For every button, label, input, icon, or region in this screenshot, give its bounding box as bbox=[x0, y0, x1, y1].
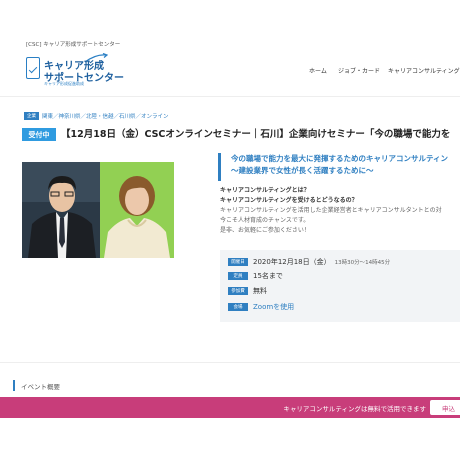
capacity-value: 15名まで bbox=[253, 272, 283, 280]
nav-item-career-consulting[interactable]: キャリアコンサルティング bbox=[388, 66, 460, 75]
date-value: 2020年12月18日（金） bbox=[253, 258, 331, 266]
logo-subtext: キャリア形成促進助成 bbox=[44, 81, 84, 86]
subtitle-line1: 今の職場で能力を最大に発揮するためのキャリアコンサルティン bbox=[231, 154, 449, 163]
date-time: 13時30分～14時45分 bbox=[334, 260, 391, 266]
subtitle-line2: ～建設業界で女性が長く活躍するために～ bbox=[231, 166, 374, 175]
desc-paragraph-2: 今こそ人材育成のチャンスです。 bbox=[220, 217, 310, 224]
nav-item-job-card[interactable]: ジョブ・カード bbox=[338, 66, 380, 75]
logo-mark-icon bbox=[26, 57, 40, 79]
site-label: [CSC] キャリア形成サポートセンター bbox=[26, 42, 121, 48]
cta-bar: キャリアコンサルティングは無料で活用できます 申込 bbox=[0, 397, 460, 418]
event-description: キャリアコンサルティングとは？ キャリアコンサルティングを受けるとどうなるの？ … bbox=[220, 186, 460, 236]
category-badge: 企業 bbox=[24, 111, 39, 120]
section-divider bbox=[0, 362, 460, 363]
desc-question-2: キャリアコンサルティングを受けるとどうなるの？ bbox=[220, 197, 358, 204]
cta-text: キャリアコンサルティングは無料で活用できます bbox=[283, 405, 426, 413]
venue-value: Zoomを使用 bbox=[253, 303, 295, 311]
overview-heading: イベント概要 bbox=[13, 380, 60, 391]
fee-value: 無料 bbox=[253, 287, 267, 295]
event-info-box: 開催日 2020年12月18日（金） 13時30分～14時45分 定員 15名ま… bbox=[220, 250, 460, 322]
desc-paragraph-1: キャリアコンサルティングを活用した企業経営者とキャリアコンサルタントとの対 bbox=[220, 207, 442, 214]
site-logo[interactable]: キャリア形成 サポートセンター キャリア形成促進助成 bbox=[26, 53, 124, 89]
venue-label: 会場 bbox=[228, 303, 248, 311]
info-row-venue: 会場 Zoomを使用 bbox=[228, 301, 294, 313]
header-divider bbox=[0, 96, 460, 97]
event-title: 【12月18日（金）CSCオンラインセミナー｜石川】企業向けセミナー「今の職場で… bbox=[61, 129, 451, 140]
capacity-label: 定員 bbox=[228, 272, 248, 280]
top-bar: [CSC] キャリア形成サポートセンター bbox=[0, 0, 460, 52]
speaker-photo-male bbox=[22, 162, 100, 258]
status-badge: 受付中 bbox=[22, 128, 56, 141]
apply-button[interactable]: 申込 bbox=[430, 400, 460, 415]
desc-paragraph-3: 是非、お気軽にご参加ください！ bbox=[220, 227, 310, 234]
info-row-capacity: 定員 15名まで bbox=[228, 270, 283, 282]
info-row-fee: 参加費 無料 bbox=[228, 285, 267, 297]
desc-question-1: キャリアコンサルティングとは？ bbox=[220, 187, 310, 194]
date-label: 開催日 bbox=[228, 258, 248, 266]
event-tags: 企業 関東／神奈川県／北陸・信越／石川県／オンライン bbox=[24, 111, 169, 120]
event-subtitle: 今の職場で能力を最大に発揮するためのキャリアコンサルティン ～建設業界で女性が長… bbox=[218, 153, 460, 181]
nav-item-home[interactable]: ホーム bbox=[309, 66, 327, 75]
tag-list[interactable]: 関東／神奈川県／北陸・信越／石川県／オンライン bbox=[42, 112, 169, 120]
fee-label: 参加費 bbox=[228, 287, 248, 295]
speaker-photo-female bbox=[100, 162, 174, 258]
info-row-date: 開催日 2020年12月18日（金） 13時30分～14時45分 bbox=[228, 256, 390, 268]
